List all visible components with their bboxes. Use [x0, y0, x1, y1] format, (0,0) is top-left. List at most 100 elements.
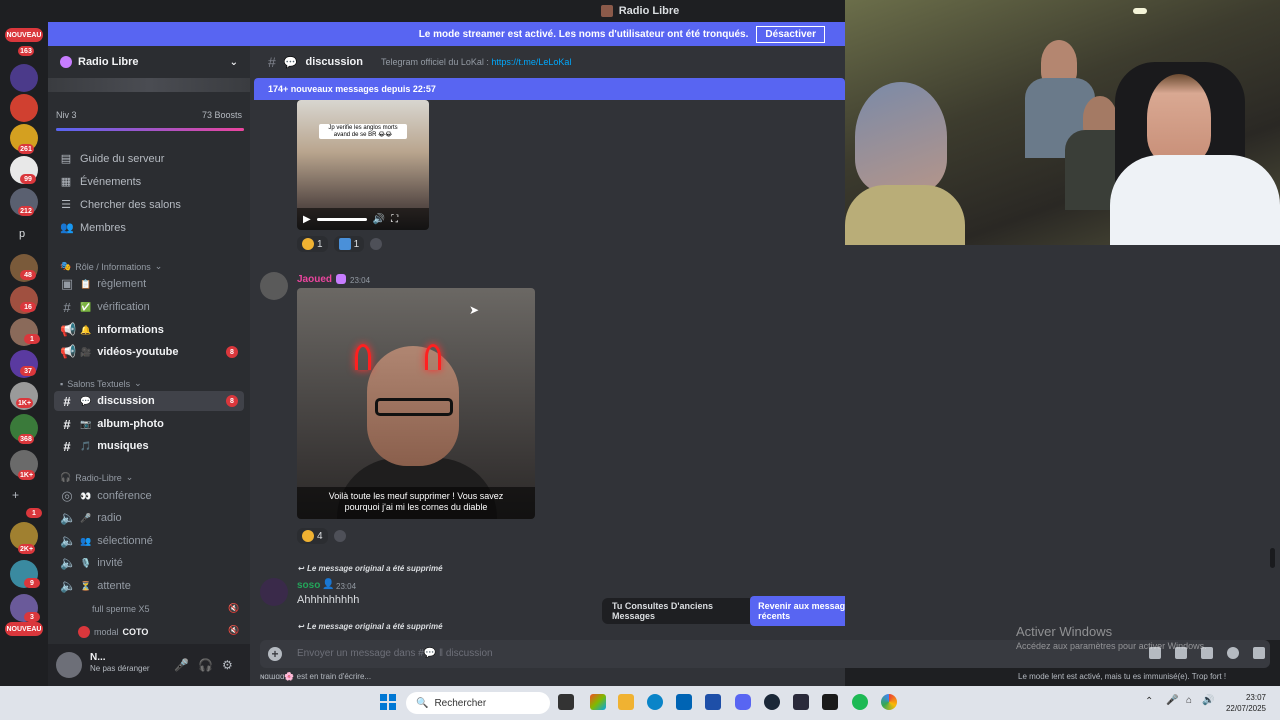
mention-badge: 8	[226, 395, 238, 407]
nav-browse-channels[interactable]: ☰ Chercher des salons	[60, 199, 181, 211]
channel-discussion[interactable]: # 💬 discussion 8	[54, 391, 244, 411]
channel-verification[interactable]: # ✅ vérification	[54, 297, 244, 317]
channel-album-photo[interactable]: # 📷 album-photo	[54, 414, 244, 434]
video-scrubber[interactable]	[316, 217, 367, 221]
channel-label: discussion	[97, 395, 155, 407]
disable-streamer-button[interactable]: Désactiver	[756, 25, 825, 43]
message-author[interactable]: Jaoued	[297, 274, 332, 285]
category-roles[interactable]: 🎭 Rôle / Informations ⌄	[60, 261, 162, 272]
headphones-icon[interactable]: 🎧	[198, 658, 213, 672]
category-voice[interactable]: 🎧 Radio-Libre ⌄	[60, 472, 133, 483]
reply-reference[interactable]: ↩ Le message original a été supprimé	[298, 622, 443, 631]
boost-info[interactable]: Niv 3 73 Boosts	[56, 110, 242, 120]
channel-emoji: 🔔	[80, 324, 92, 335]
reaction[interactable]: 1	[333, 236, 365, 252]
muted-icon: 🔇	[228, 603, 240, 613]
nav-members[interactable]: 👥 Membres	[60, 222, 126, 234]
topic-link[interactable]: https://t.me/LeLoKal	[491, 57, 571, 67]
server-letter[interactable]: p	[19, 228, 25, 240]
channel-label: règlement	[97, 278, 147, 290]
server-icon[interactable]	[10, 94, 38, 122]
message-time: 23:04	[350, 276, 371, 285]
window-title-group: Radio Libre	[600, 5, 679, 17]
search-icon: 🔍	[416, 697, 429, 709]
reply-reference[interactable]: ↩ Le message original a été supprimé	[298, 564, 443, 573]
microphone-icon[interactable]: 🎤	[174, 658, 189, 672]
channel-musiques[interactable]: # 🎵 musiques	[54, 436, 244, 456]
spotify-icon[interactable]	[852, 694, 868, 710]
file-explorer-icon[interactable]	[618, 694, 634, 710]
reactions: 1 1	[297, 236, 383, 252]
message-author[interactable]: soso	[297, 580, 320, 591]
nav-server-guide[interactable]: ▤ Guide du serveur	[60, 153, 165, 165]
scrollbar[interactable]	[1270, 548, 1275, 568]
microphone-icon[interactable]: 🎤	[1166, 695, 1178, 706]
volume-icon[interactable]: 🔊	[373, 214, 385, 225]
new-messages-bar[interactable]: 174+ nouveaux messages depuis 22:57	[254, 78, 845, 100]
reaction[interactable]: 4	[297, 528, 328, 544]
taskbar-search[interactable]: 🔍 Rechercher	[406, 692, 550, 714]
avatar[interactable]	[260, 578, 288, 606]
apps-icon[interactable]	[1253, 647, 1265, 659]
voice-channel-invite[interactable]: 🔈 🎙️ invité	[54, 553, 244, 573]
nav-events[interactable]: ▦ Événements	[60, 176, 141, 188]
task-view-icon[interactable]	[558, 694, 574, 710]
fullscreen-icon[interactable]: ⛶	[391, 214, 398, 225]
play-icon[interactable]: ▶	[303, 214, 311, 225]
channel-label: sélectionné	[97, 535, 153, 547]
channel-informations[interactable]: 📢 🔔 informations	[54, 320, 244, 340]
chrome-icon[interactable]	[881, 694, 897, 710]
video-attachment[interactable]: Jp verifie les anglos morts avand de se …	[297, 100, 429, 230]
voice-user[interactable]: modal COTO	[78, 626, 148, 638]
store-icon[interactable]	[705, 694, 721, 710]
channel-videos-youtube[interactable]: 📢 🎥 vidéos-youtube 8	[54, 342, 244, 362]
headphones-icon: 🎧	[60, 472, 72, 482]
voice-channel-conference[interactable]: ◎ 👀 conférence	[54, 486, 244, 506]
channel-emoji: 👥	[80, 535, 92, 546]
mention-badge: 8	[226, 346, 238, 358]
avatar[interactable]	[56, 652, 82, 678]
add-server-icon[interactable]: +	[12, 488, 19, 502]
server-header[interactable]: Radio Libre ⌄	[48, 46, 250, 78]
reaction[interactable]: 1	[297, 236, 328, 252]
steam-icon[interactable]	[764, 694, 780, 710]
app-icon[interactable]	[822, 694, 838, 710]
server-icon[interactable]	[10, 64, 38, 92]
network-icon[interactable]: ⌂	[1186, 695, 1192, 706]
chevron-down-icon[interactable]: ⌄	[230, 57, 238, 68]
add-reaction-icon[interactable]	[333, 530, 346, 542]
edge-icon[interactable]	[647, 694, 663, 710]
attach-plus-icon[interactable]: +	[268, 647, 282, 661]
caption-line: pourquoi j'ai mi les cornes du diable	[344, 502, 488, 512]
add-reaction-icon[interactable]	[370, 238, 383, 250]
reply-text: Le message original a été supprimé	[306, 622, 443, 631]
voice-channel-selectionne[interactable]: 🔈 👥 sélectionné	[54, 531, 244, 551]
folder-icon: ▪	[60, 378, 64, 389]
channel-reglement[interactable]: ▣ 📋 règlement	[54, 274, 244, 294]
windows-start-icon[interactable]	[380, 694, 396, 710]
outlook-icon[interactable]	[676, 694, 692, 710]
system-clock[interactable]: 23:07 22/07/2025	[1226, 692, 1266, 714]
muted-icon: 🔇	[228, 625, 240, 635]
copilot-icon[interactable]	[590, 694, 606, 710]
emoji-icon[interactable]	[1227, 647, 1239, 659]
voice-channel-attente[interactable]: 🔈 ⏳ attente	[54, 576, 244, 596]
gear-icon[interactable]: ⚙	[222, 658, 233, 672]
laughing-emoji-icon	[302, 238, 314, 250]
slowmode-notice: Le mode lent est activé, mais tu es immu…	[1018, 672, 1227, 681]
voice-channel-radio[interactable]: 🔈 🎤 radio	[54, 508, 244, 528]
chevron-up-icon[interactable]: ⌃	[1145, 696, 1153, 707]
discord-icon[interactable]	[735, 694, 751, 710]
voice-user[interactable]: full sperme X5	[92, 604, 150, 614]
channel-label: conférence	[97, 490, 152, 502]
chevron-down-icon: ⌄	[134, 378, 142, 388]
video-attachment[interactable]: Voilà toute les meuf supprimer ! Vous sa…	[297, 288, 535, 519]
category-text[interactable]: ▪ Salons Textuels ⌄	[60, 378, 142, 389]
reaction-count: 1	[353, 238, 360, 250]
app-icon[interactable]	[793, 694, 809, 710]
boost-progress-bar	[56, 128, 244, 131]
category-label: Salons Textuels	[67, 378, 131, 389]
streamer-mode-text: Le mode streamer est activé. Les noms d'…	[418, 28, 749, 40]
avatar[interactable]	[260, 272, 288, 300]
volume-icon[interactable]: 🔊	[1202, 695, 1214, 706]
